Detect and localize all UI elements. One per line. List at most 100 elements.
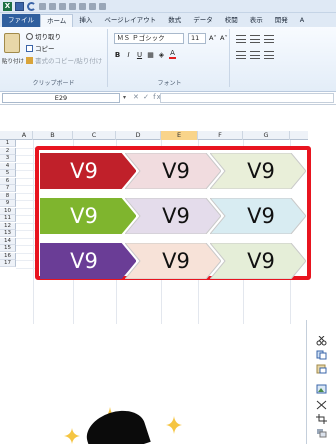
shrink-font-button[interactable]: A˅ bbox=[220, 34, 228, 42]
column-headers: A B C D E F G bbox=[0, 131, 308, 140]
chevron-shape[interactable]: V9 bbox=[210, 153, 306, 189]
chevron-shape[interactable]: V9 bbox=[210, 198, 306, 234]
row-header[interactable]: 9 bbox=[0, 200, 16, 207]
chevron-label: V9 bbox=[70, 159, 98, 183]
row-header[interactable]: 13 bbox=[0, 230, 16, 237]
align-top-icon[interactable] bbox=[236, 35, 246, 43]
scissors-icon bbox=[26, 32, 33, 40]
layer-icon[interactable] bbox=[316, 428, 327, 438]
undo-icon[interactable] bbox=[27, 1, 36, 11]
column-header-A[interactable]: A bbox=[16, 131, 33, 140]
row-header[interactable]: 2 bbox=[0, 147, 16, 155]
paste-icon[interactable] bbox=[4, 33, 20, 53]
row-header[interactable]: 17 bbox=[0, 260, 16, 267]
clipboard-group: 貼り付け 切り取り コピー 書式のコピー/貼り付け クリップボード bbox=[0, 29, 108, 87]
tab-addins[interactable]: A bbox=[294, 14, 310, 27]
align-right-icon[interactable] bbox=[264, 51, 274, 59]
row-header[interactable]: 16 bbox=[0, 252, 16, 260]
scissors-icon[interactable] bbox=[316, 336, 327, 346]
name-box[interactable]: E29 bbox=[2, 93, 120, 103]
fill-color-icon[interactable]: ◈ bbox=[158, 51, 165, 59]
chevron-shape[interactable]: V9 bbox=[125, 243, 221, 279]
chevron-shape[interactable]: V9 bbox=[125, 198, 221, 234]
row-header[interactable]: 4 bbox=[0, 162, 16, 170]
align-center-icon[interactable] bbox=[250, 51, 260, 59]
row-header[interactable]: 5 bbox=[0, 170, 16, 177]
column-header-E[interactable]: E bbox=[161, 131, 198, 140]
align-middle-icon[interactable] bbox=[250, 35, 260, 43]
formula-controls[interactable]: ✕ ✓ fx bbox=[133, 93, 162, 101]
row-header[interactable]: 7 bbox=[0, 185, 16, 192]
tab-review[interactable]: 校閲 bbox=[219, 14, 244, 27]
chevron-label: V9 bbox=[162, 249, 190, 273]
ribbon: 貼り付け 切り取り コピー 書式のコピー/貼り付け クリップボード ＭＳ Ｐゴシ… bbox=[0, 27, 336, 92]
chevron-shape[interactable]: V9 bbox=[40, 153, 136, 189]
chevron-shape[interactable]: V9 bbox=[125, 153, 221, 189]
formula-input[interactable] bbox=[160, 93, 334, 103]
border-icon[interactable]: ▦ bbox=[147, 51, 154, 59]
font-size-select[interactable]: 11 bbox=[188, 33, 206, 44]
crop-icon[interactable] bbox=[316, 414, 327, 424]
copy-icon bbox=[26, 44, 33, 52]
tab-file[interactable]: ファイル bbox=[2, 14, 40, 27]
row-header[interactable]: 14 bbox=[0, 237, 16, 245]
customize-icon[interactable] bbox=[99, 2, 106, 10]
qat-tool-icon[interactable] bbox=[69, 2, 76, 10]
font-color-icon[interactable]: A bbox=[169, 50, 176, 59]
cut-button[interactable]: 切り取り bbox=[26, 31, 61, 41]
grow-font-button[interactable]: A˄ bbox=[209, 34, 217, 42]
redo-icon[interactable] bbox=[39, 2, 46, 10]
copy-icon[interactable] bbox=[316, 350, 327, 360]
ribbon-tabs: ファイル ホーム 挿入 ページレイアウト 数式 データ 校閲 表示 開発 A bbox=[0, 13, 336, 27]
qat-tool-icon[interactable] bbox=[89, 2, 96, 10]
format-painter-button[interactable]: 書式のコピー/貼り付け bbox=[26, 55, 102, 65]
quick-access-toolbar: X bbox=[0, 0, 336, 13]
formula-bar: E29 ▾ ✕ ✓ fx bbox=[0, 92, 336, 105]
row-header[interactable]: 15 bbox=[0, 245, 16, 252]
tab-formulas[interactable]: 数式 bbox=[162, 14, 187, 27]
save-icon[interactable] bbox=[15, 1, 24, 11]
paste-button-label[interactable]: 貼り付け bbox=[2, 57, 24, 65]
tab-insert[interactable]: 挿入 bbox=[73, 14, 98, 27]
column-header-B[interactable]: B bbox=[33, 131, 73, 140]
copy-button[interactable]: コピー bbox=[26, 43, 55, 53]
align-bottom-icon[interactable] bbox=[264, 35, 274, 43]
qat-tool-icon[interactable] bbox=[49, 2, 56, 10]
tab-developer[interactable]: 開発 bbox=[269, 14, 294, 27]
sparkle-icon bbox=[64, 428, 80, 444]
tab-page-layout[interactable]: ページレイアウト bbox=[98, 14, 162, 27]
column-header-D[interactable]: D bbox=[116, 131, 161, 140]
gridline bbox=[33, 140, 34, 324]
bold-button[interactable]: B bbox=[114, 51, 121, 59]
row-header[interactable]: 11 bbox=[0, 215, 16, 222]
qat-tool-icon[interactable] bbox=[79, 2, 86, 10]
chevron-shape[interactable]: V9 bbox=[40, 198, 136, 234]
qat-tool-icon[interactable] bbox=[59, 2, 66, 10]
italic-button[interactable]: I bbox=[125, 51, 132, 59]
font-format-row: B I U ▦ ◈ A bbox=[114, 50, 176, 59]
row-header[interactable]: 10 bbox=[0, 207, 16, 215]
resize-icon[interactable] bbox=[316, 400, 327, 410]
chevron-shape[interactable]: V9 bbox=[40, 243, 136, 279]
chevron-down-icon[interactable]: ▾ bbox=[123, 94, 126, 101]
chevron-label: V9 bbox=[247, 249, 275, 273]
underline-button[interactable]: U bbox=[136, 51, 143, 59]
paste-icon[interactable] bbox=[316, 364, 327, 374]
row-header[interactable]: 6 bbox=[0, 177, 16, 185]
tab-view[interactable]: 表示 bbox=[244, 14, 269, 27]
row-header[interactable]: 1 bbox=[0, 140, 16, 147]
column-header-G[interactable]: G bbox=[243, 131, 290, 140]
column-header-F[interactable]: F bbox=[198, 131, 243, 140]
font-name-select[interactable]: ＭＳ Ｐゴシック bbox=[114, 33, 184, 44]
sparkle-icon bbox=[166, 416, 182, 434]
chevron-shape[interactable]: V9 bbox=[210, 243, 306, 279]
picture-icon[interactable] bbox=[316, 384, 327, 394]
tab-home[interactable]: ホーム bbox=[40, 14, 74, 27]
align-left-icon[interactable] bbox=[236, 51, 246, 59]
tab-data[interactable]: データ bbox=[187, 14, 219, 27]
row-header[interactable]: 8 bbox=[0, 192, 16, 200]
font-group: ＭＳ Ｐゴシック 11 A˄ A˅ B I U ▦ ◈ A フォント bbox=[110, 29, 230, 87]
row-header[interactable]: 12 bbox=[0, 222, 16, 230]
column-header-C[interactable]: C bbox=[73, 131, 116, 140]
row-header[interactable]: 3 bbox=[0, 155, 16, 162]
